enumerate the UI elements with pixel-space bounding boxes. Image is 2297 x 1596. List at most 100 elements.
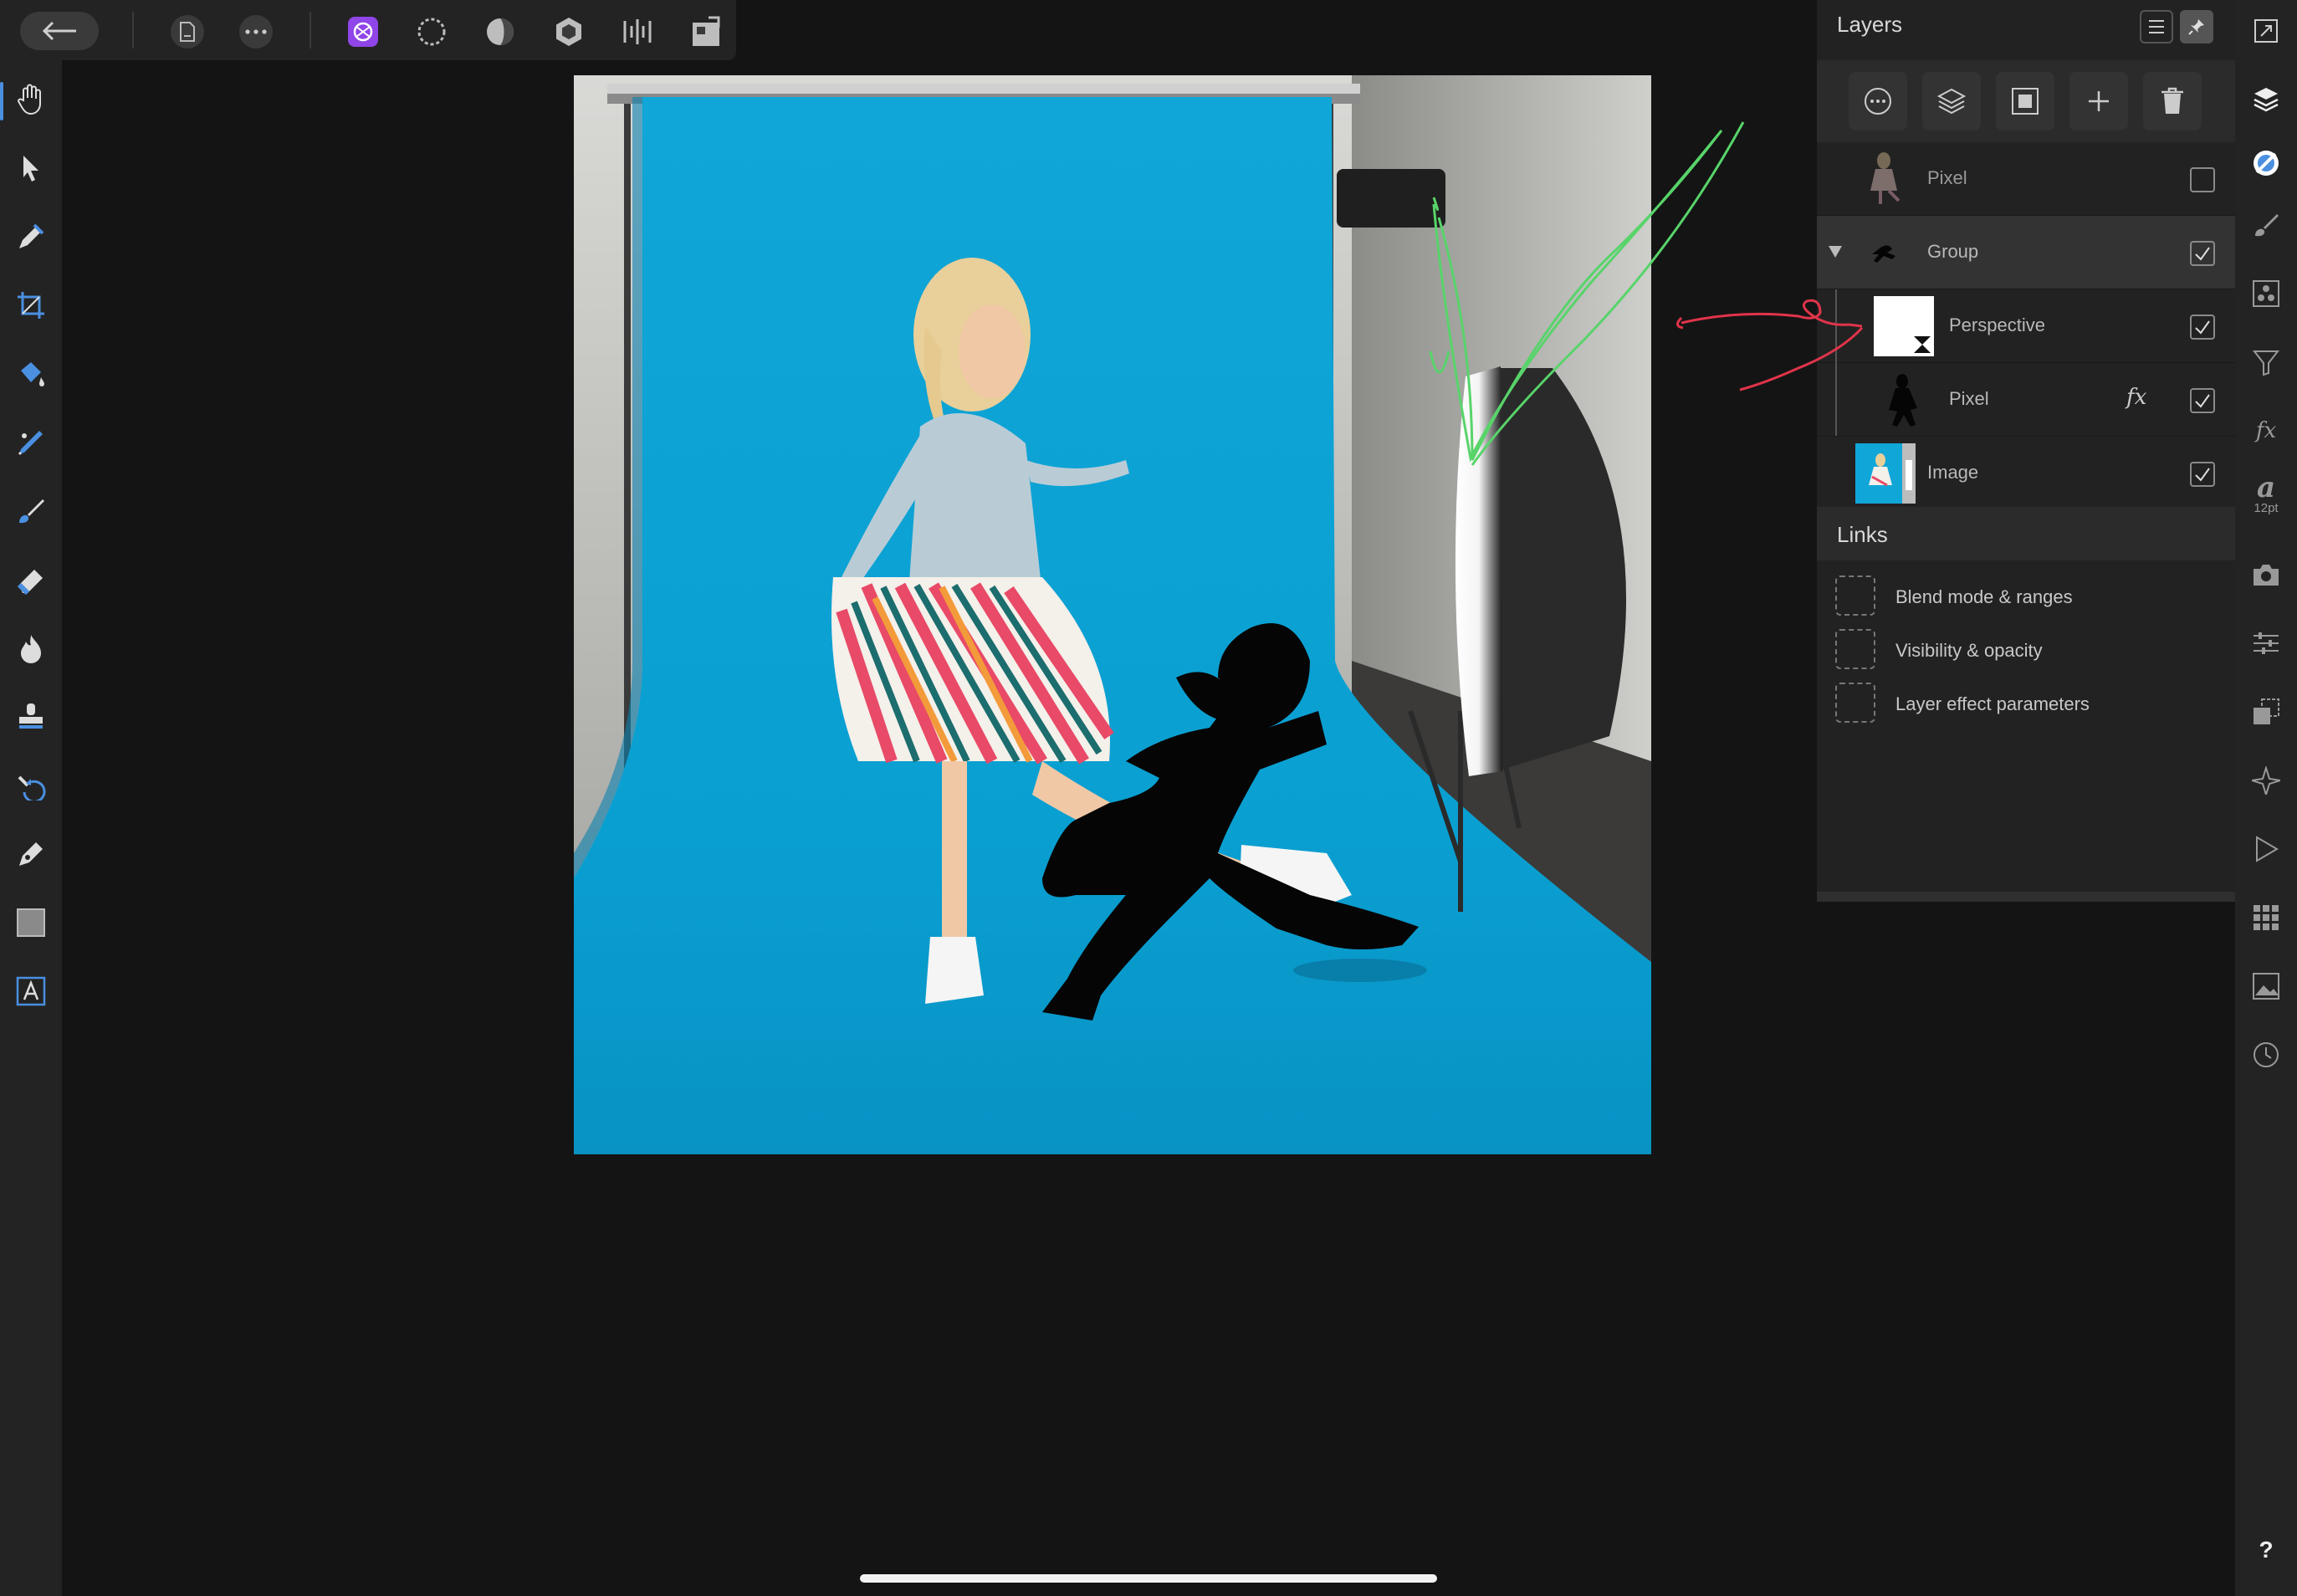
selection-brush-icon: [18, 431, 43, 456]
active-tool-indicator: [0, 82, 3, 120]
retouch-tool[interactable]: [10, 765, 52, 806]
text-styles-studio-button[interactable]: a 12pt: [2245, 473, 2287, 515]
layer-visibility-checkbox[interactable]: [2190, 388, 2215, 413]
document-canvas[interactable]: [574, 75, 1651, 1154]
flood-fill-icon: [21, 362, 44, 386]
layer-row[interactable]: Pixel fx: [1817, 363, 2235, 437]
trash-icon: [2161, 87, 2183, 114]
home-indicator[interactable]: [860, 1574, 1437, 1583]
macro-studio-button[interactable]: [2245, 828, 2287, 870]
add-layer-button[interactable]: [2069, 72, 2128, 130]
layers-studio-button[interactable]: [2245, 79, 2287, 120]
view-mode-button[interactable]: [2245, 10, 2287, 52]
layer-visibility-checkbox[interactable]: [2190, 167, 2215, 192]
layers-panel-title: Layers: [1837, 12, 1903, 37]
delete-layer-button[interactable]: [2143, 72, 2202, 130]
checkmark-icon: [2195, 320, 2210, 335]
link-toggle[interactable]: [1835, 683, 1875, 723]
help-icon: ?: [2259, 1537, 2274, 1563]
rectangle-icon: [17, 908, 45, 937]
link-toggle[interactable]: [1835, 575, 1875, 616]
links-title: Links: [1837, 522, 1888, 547]
layer-row-group[interactable]: Group: [1817, 216, 2235, 289]
flood-fill-tool[interactable]: [10, 353, 52, 395]
transform-studio-button[interactable]: [2245, 691, 2287, 733]
layer-name: Perspective: [1949, 315, 2045, 335]
layer-stack-button[interactable]: [1922, 72, 1981, 130]
link-option-layer-effects[interactable]: Layer effect parameters: [1835, 683, 2228, 726]
channels-studio-button[interactable]: [2245, 273, 2287, 315]
layer-visibility-checkbox[interactable]: [2190, 315, 2215, 340]
camera-icon: [2254, 565, 2279, 586]
paint-brush-icon: [19, 499, 44, 524]
links-header: Links: [1817, 507, 2235, 560]
dodge-burn-tool[interactable]: [10, 627, 52, 669]
effects-studio-button[interactable]: fx: [2245, 410, 2287, 452]
panel-menu-button[interactable]: [2140, 10, 2173, 43]
tone-mapping-persona-button[interactable]: [552, 15, 586, 49]
color-picker-tool[interactable]: [10, 216, 52, 258]
color-studio-button[interactable]: [2245, 142, 2287, 184]
help-button[interactable]: ?: [2245, 1529, 2287, 1571]
selection-brush-tool[interactable]: [10, 422, 52, 463]
link-toggle[interactable]: [1835, 629, 1875, 669]
history-studio-button[interactable]: [2245, 1034, 2287, 1076]
checkmark-icon: [2195, 394, 2210, 408]
layer-row[interactable]: Image: [1817, 437, 2235, 510]
toolbar-separator: [310, 12, 311, 49]
layer-visibility-checkbox[interactable]: [2190, 241, 2215, 266]
layer-row[interactable]: Perspective: [1817, 289, 2235, 437]
erase-brush-tool[interactable]: [10, 559, 52, 601]
layer-name: Image: [1927, 462, 1979, 483]
filters-studio-button[interactable]: [2245, 341, 2287, 383]
crop-tool[interactable]: [10, 284, 52, 326]
rectangle-tool[interactable]: [10, 902, 52, 944]
layer-row[interactable]: Pixel: [1817, 142, 2235, 216]
photo-persona-button[interactable]: [346, 15, 380, 49]
crop-icon: [18, 292, 44, 319]
tone-bars-icon: [623, 19, 652, 44]
back-button[interactable]: [20, 12, 99, 50]
more-button[interactable]: [239, 15, 273, 49]
disclosure-triangle-icon[interactable]: [1827, 244, 1844, 259]
hand-tool[interactable]: [10, 79, 52, 120]
link-option-blend-mode[interactable]: Blend mode & ranges: [1835, 575, 2228, 619]
photo-persona-icon: [348, 17, 378, 47]
camera-studio-button[interactable]: [2245, 554, 2287, 596]
layer-visibility-checkbox[interactable]: [2190, 462, 2215, 487]
panel-resize-handle[interactable]: [1817, 892, 2235, 902]
develop-persona-button[interactable]: [483, 15, 517, 49]
pin-panel-button[interactable]: [2180, 10, 2213, 43]
back-arrow-icon: [42, 21, 76, 41]
navigator-studio-button[interactable]: [2245, 760, 2287, 801]
pen-tool[interactable]: [10, 833, 52, 875]
swatches-studio-button[interactable]: [2245, 897, 2287, 939]
funnel-icon: [2252, 350, 2280, 376]
export-persona-icon: [693, 16, 720, 46]
link-option-visibility[interactable]: Visibility & opacity: [1835, 629, 2228, 673]
adjustments-studio-button[interactable]: [2245, 622, 2287, 664]
text-tool[interactable]: [10, 970, 52, 1012]
brushes-studio-button[interactable]: [2245, 204, 2287, 246]
liquify-persona-button[interactable]: [415, 15, 448, 49]
layer-options-button[interactable]: [1849, 72, 1907, 130]
brush-icon: [2255, 214, 2279, 237]
layer-effects-indicator[interactable]: fx: [2126, 385, 2146, 410]
export-button[interactable]: [689, 15, 723, 49]
export-persona-button[interactable]: [621, 15, 654, 49]
layers-icon: [2254, 88, 2279, 112]
move-tool[interactable]: [10, 147, 52, 189]
document-button[interactable]: [171, 15, 204, 49]
list-icon: [2149, 20, 2164, 33]
image-icon: [2253, 973, 2279, 1000]
studio-photo: [574, 75, 1651, 1154]
develop-persona-icon: [487, 18, 514, 45]
clone-stamp-tool[interactable]: [10, 696, 52, 738]
color-picker-icon: [19, 223, 44, 248]
erase-brush-icon: [17, 570, 43, 595]
paint-brush-tool[interactable]: [10, 490, 52, 532]
pin-icon: [2188, 19, 2204, 35]
link-label: Visibility & opacity: [1895, 640, 2043, 661]
stock-studio-button[interactable]: [2245, 965, 2287, 1007]
mask-layer-button[interactable]: [1996, 72, 2054, 130]
